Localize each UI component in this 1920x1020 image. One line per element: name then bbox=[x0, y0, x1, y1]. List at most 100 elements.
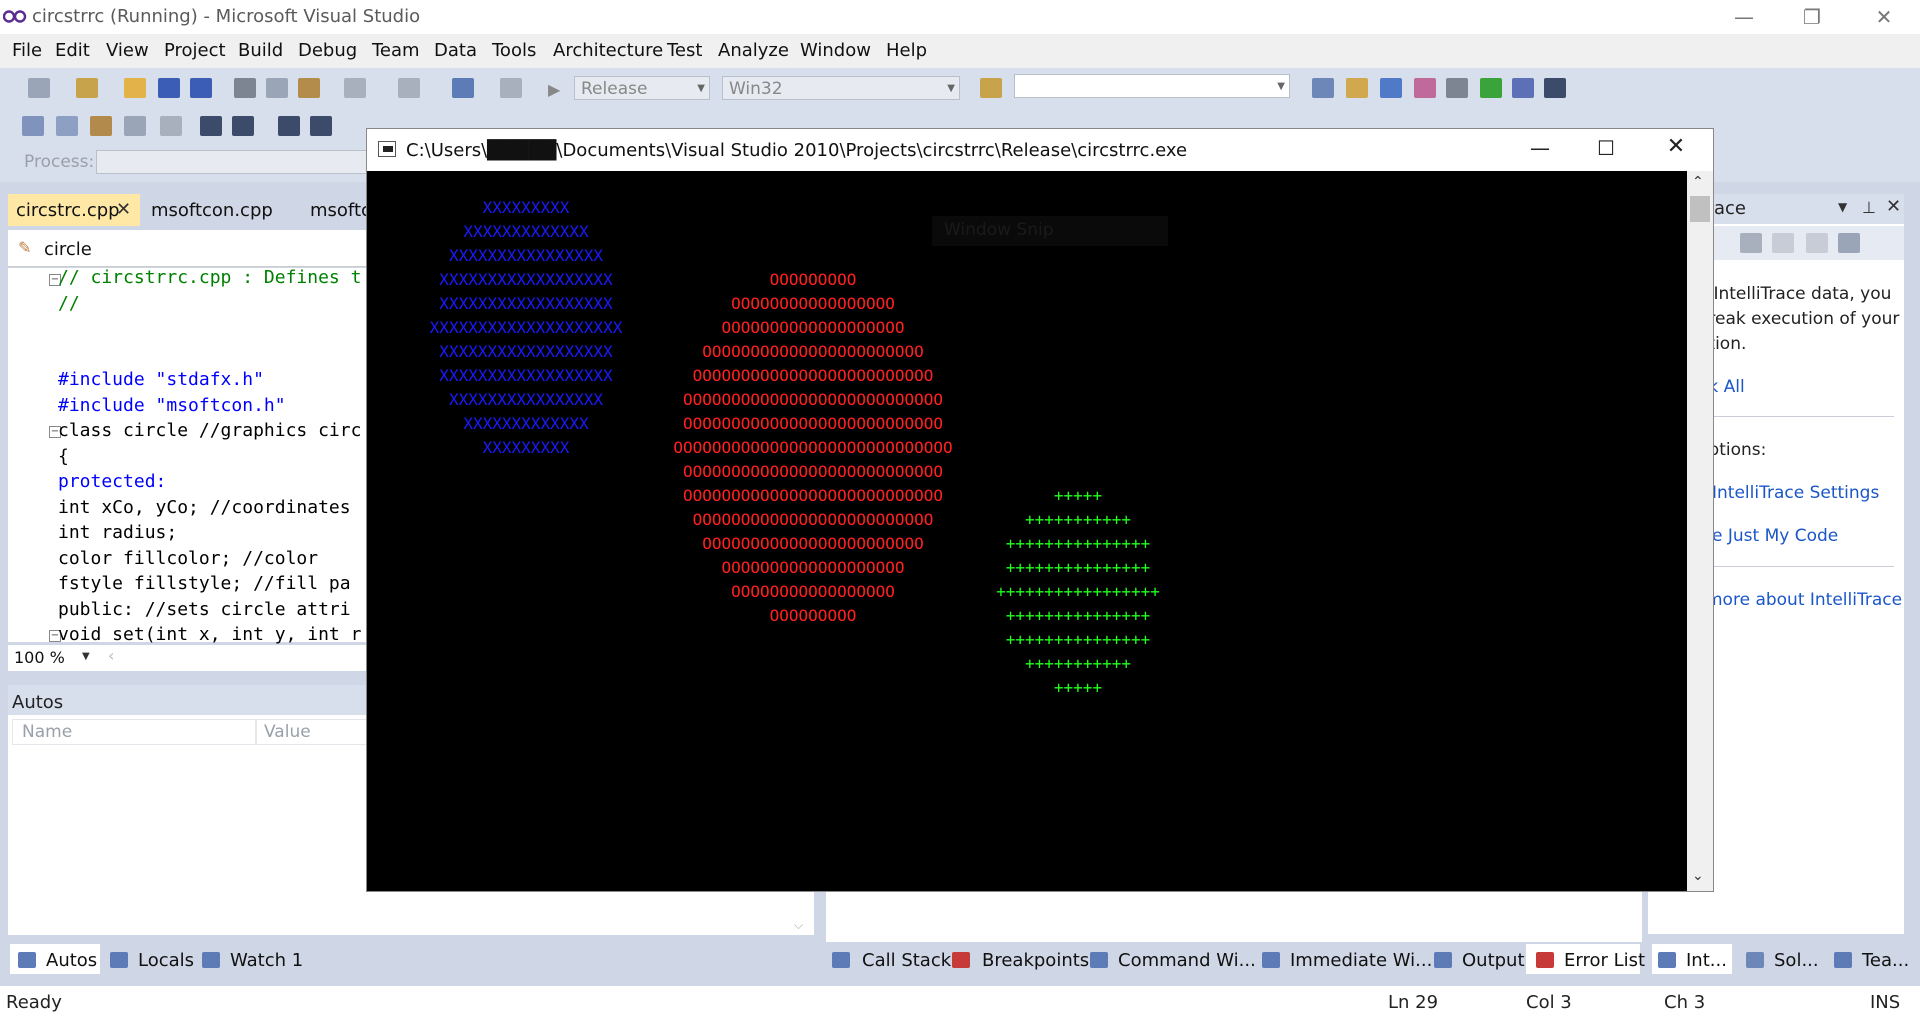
menu-view[interactable]: View bbox=[106, 40, 149, 61]
art-row: XXXXXXXXXXXXX bbox=[463, 222, 589, 241]
quick-info-icon[interactable] bbox=[90, 116, 112, 136]
command-window-icon bbox=[1090, 952, 1108, 968]
learn-more-link[interactable]: more about IntelliTrace bbox=[1706, 590, 1902, 610]
tab-solution-explorer[interactable]: Sol... bbox=[1774, 950, 1819, 971]
copy-icon[interactable] bbox=[266, 78, 288, 98]
cut-icon[interactable] bbox=[234, 78, 256, 98]
chevron-down-icon[interactable]: ▼ bbox=[82, 651, 90, 662]
open-file-icon[interactable] bbox=[124, 78, 146, 98]
art-row: OOOOOOOOO bbox=[769, 270, 857, 289]
tab-watch-1[interactable]: Watch 1 bbox=[230, 950, 303, 971]
menu-help[interactable]: Help bbox=[886, 40, 927, 61]
add-item-icon[interactable] bbox=[76, 78, 98, 98]
menu-file[interactable]: File bbox=[12, 40, 42, 61]
scrollbar-thumb[interactable] bbox=[1690, 196, 1710, 222]
solution-platform-dropdown[interactable]: Win32 ▼ bbox=[722, 76, 960, 100]
display-object-member-list-icon[interactable] bbox=[22, 116, 44, 136]
close-tab-icon[interactable]: ✕ bbox=[116, 199, 131, 220]
minimize-button[interactable]: — bbox=[1716, 0, 1772, 34]
red-o-circle: OOOOOOOOO OOOOOOOOOOOOOOOOO OOOOOOOOOOOOOO… bbox=[650, 268, 976, 628]
scroll-down-icon[interactable]: ⌵ bbox=[794, 918, 803, 933]
tab-call-stack[interactable]: Call Stack bbox=[862, 950, 951, 971]
immediate-window-icon bbox=[1262, 952, 1280, 968]
menu-analyze[interactable]: Analyze bbox=[718, 40, 789, 61]
console-close-button[interactable]: ✕ bbox=[1656, 134, 1696, 162]
zoom-level[interactable]: 100 % bbox=[14, 648, 65, 667]
close-window-button[interactable]: ✕ bbox=[1856, 0, 1912, 34]
chevron-down-icon: ▼ bbox=[1277, 81, 1285, 92]
tab-autos[interactable]: Autos bbox=[46, 950, 97, 971]
decrease-indent-icon[interactable] bbox=[200, 116, 222, 136]
save-all-icon[interactable] bbox=[190, 78, 212, 98]
menu-architecture[interactable]: Architecture bbox=[553, 40, 663, 61]
tab-command-window[interactable]: Command Wi... bbox=[1118, 950, 1256, 971]
code-line: int radius; bbox=[58, 522, 178, 543]
object-browser-icon[interactable] bbox=[1380, 78, 1402, 98]
tab-msoftc[interactable]: msoftc bbox=[310, 200, 371, 221]
menu-team[interactable]: Team bbox=[372, 40, 420, 61]
scroll-down-icon[interactable]: ⌄ bbox=[1692, 868, 1704, 884]
increase-indent-icon[interactable] bbox=[232, 116, 254, 136]
console-minimize-button[interactable]: — bbox=[1520, 136, 1560, 164]
process-dropdown[interactable] bbox=[96, 150, 368, 174]
tab-msoftcon-cpp[interactable]: msoftcon.cpp bbox=[151, 200, 273, 221]
find-combo[interactable]: ▼ bbox=[1014, 74, 1290, 98]
menu-bar bbox=[0, 34, 1920, 68]
intellitrace-settings-link[interactable]: IntelliTrace Settings bbox=[1712, 483, 1879, 503]
command-window-icon[interactable] bbox=[1544, 78, 1566, 98]
console-maximize-button[interactable]: ☐ bbox=[1586, 136, 1626, 164]
start-page-icon[interactable] bbox=[1480, 78, 1502, 98]
undo-icon[interactable] bbox=[344, 78, 366, 98]
toolbox-icon[interactable] bbox=[1414, 78, 1436, 98]
tab-error-list[interactable]: Error List bbox=[1564, 950, 1645, 971]
scroll-up-icon[interactable]: ⌃ bbox=[1692, 174, 1704, 190]
bookmark-icon[interactable] bbox=[160, 116, 182, 136]
display-parameter-info-icon[interactable] bbox=[56, 116, 78, 136]
menu-project[interactable]: Project bbox=[164, 40, 226, 61]
save-icon[interactable] bbox=[1838, 233, 1860, 253]
find-in-files-icon[interactable] bbox=[980, 78, 1002, 98]
refresh-icon[interactable] bbox=[1772, 233, 1794, 253]
menu-edit[interactable]: Edit bbox=[55, 40, 90, 61]
navigate-backward-icon[interactable] bbox=[452, 78, 474, 98]
member-dropdown[interactable]: circle bbox=[44, 239, 92, 260]
menu-build[interactable]: Build bbox=[238, 40, 283, 61]
class-view-icon[interactable] bbox=[1512, 78, 1534, 98]
redo-icon[interactable] bbox=[398, 78, 420, 98]
menu-debug[interactable]: Debug bbox=[298, 40, 357, 61]
tab-immediate-window[interactable]: Immediate Wi... bbox=[1290, 950, 1432, 971]
comment-out-icon[interactable] bbox=[278, 116, 300, 136]
tab-locals[interactable]: Locals bbox=[138, 950, 194, 971]
art-row: OOOOOOOOOOOOOOOOOOOOOOOOO bbox=[692, 366, 934, 385]
uncomment-icon[interactable] bbox=[310, 116, 332, 136]
paste-icon[interactable] bbox=[298, 78, 320, 98]
restore-button[interactable]: ❐ bbox=[1784, 0, 1840, 34]
settings-icon[interactable] bbox=[1806, 233, 1828, 253]
solution-explorer-icon[interactable] bbox=[1312, 78, 1334, 98]
chevron-down-icon[interactable]: ▼ bbox=[1838, 200, 1847, 214]
tab-breakpoints[interactable]: Breakpoints bbox=[982, 950, 1089, 971]
menu-test[interactable]: Test bbox=[667, 40, 702, 61]
art-row: XXXXXXXXXXXXXXXX bbox=[448, 246, 604, 265]
word-completion-icon[interactable] bbox=[124, 116, 146, 136]
start-debugging-icon[interactable]: ▶ bbox=[548, 80, 560, 99]
just-my-code-link[interactable]: e Just My Code bbox=[1712, 526, 1838, 546]
call-stack-panel bbox=[826, 890, 1642, 946]
tab-output[interactable]: Output bbox=[1462, 950, 1525, 971]
menu-window[interactable]: Window bbox=[800, 40, 871, 61]
intellitrace-events-icon[interactable] bbox=[1740, 233, 1762, 253]
menu-data[interactable]: Data bbox=[434, 40, 477, 61]
menu-tools[interactable]: Tools bbox=[492, 40, 536, 61]
scroll-left-icon[interactable]: ‹ bbox=[108, 646, 114, 665]
extension-manager-icon[interactable] bbox=[1446, 78, 1468, 98]
properties-icon[interactable] bbox=[1346, 78, 1368, 98]
close-icon[interactable]: ✕ bbox=[1886, 196, 1901, 217]
tab-team-explorer[interactable]: Tea... bbox=[1862, 950, 1909, 971]
new-project-icon[interactable] bbox=[28, 78, 50, 98]
solution-configuration-dropdown[interactable]: Release ▼ bbox=[574, 76, 710, 100]
save-icon[interactable] bbox=[158, 78, 180, 98]
console-scrollbar[interactable] bbox=[1687, 171, 1713, 891]
navigate-forward-icon[interactable] bbox=[500, 78, 522, 98]
pin-icon[interactable]: ⊥ bbox=[1862, 198, 1876, 217]
tab-intellitrace[interactable]: Int... bbox=[1686, 950, 1727, 971]
